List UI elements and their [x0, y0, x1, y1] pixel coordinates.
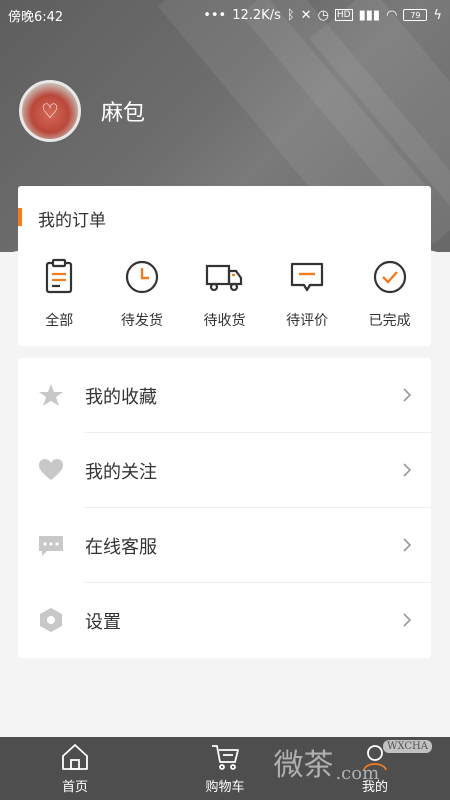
watermark-badge: WXCHA [383, 740, 432, 753]
menu-card: 我的收藏 我的关注 在线客服 设置 [18, 358, 431, 658]
status-bar: 傍晚6:42 ••• 12.2K/s ᛒ ✕ ◷ HD ▮▮▮ ◠ 79 ϟ [0, 0, 450, 30]
status-time: 傍晚6:42 [8, 9, 64, 25]
comment-icon [290, 262, 324, 292]
chevron-right-icon [403, 388, 412, 402]
mute-icon: ✕ [300, 7, 312, 23]
tab-home[interactable]: 首页 [20, 742, 130, 795]
order-label: 已完成 [368, 313, 411, 329]
menu-label: 我的收藏 [85, 387, 157, 408]
username: 麻包 [101, 101, 146, 126]
order-all-button[interactable]: 全部 [19, 258, 99, 330]
dots-icon: ••• [203, 7, 227, 23]
order-pending-receive-button[interactable]: 待收货 [184, 258, 264, 330]
star-icon [39, 384, 63, 406]
chevron-right-icon [403, 613, 412, 627]
heart-icon [39, 459, 63, 480]
tab-label: 购物车 [205, 780, 245, 795]
menu-item-favorites[interactable]: 我的收藏 [18, 358, 431, 433]
network-speed: 12.2K/s [232, 7, 281, 23]
chevron-right-icon [403, 463, 412, 477]
wifi-icon: ◠ [386, 7, 398, 23]
watermark-domain: .com [335, 763, 380, 784]
check-circle-icon [373, 260, 406, 294]
order-pending-ship-button[interactable]: 待发货 [102, 258, 182, 330]
menu-label: 在线客服 [85, 537, 157, 558]
tab-cart[interactable]: 购物车 [170, 742, 280, 795]
chevron-right-icon [403, 538, 412, 552]
menu-item-customer-service[interactable]: 在线客服 [18, 508, 431, 583]
avatar[interactable]: ♡ [19, 80, 81, 142]
order-label: 待评价 [286, 313, 329, 329]
menu-item-settings[interactable]: 设置 [18, 583, 431, 658]
bluetooth-icon: ᛒ [286, 7, 295, 23]
profile-section: ♡ 麻包 [19, 80, 145, 142]
battery-level: 79 [410, 10, 421, 20]
order-completed-button[interactable]: 已完成 [350, 258, 430, 330]
charging-icon: ϟ [433, 7, 442, 23]
orders-card: 我的订单 全部 待发货 待收货 待评价 已完成 [18, 186, 431, 346]
watermark-text: 微茶 [273, 748, 334, 783]
orders-accent-bar [18, 208, 22, 226]
order-label: 待发货 [120, 313, 163, 329]
hexagon-settings-icon [40, 608, 62, 632]
hd-icon: HD [334, 9, 353, 21]
clipboard-icon [46, 258, 73, 294]
watermark: 微茶 .com WXCHA [273, 740, 432, 784]
signal-icon: ▮▮▮ [358, 7, 381, 23]
order-label: 全部 [45, 313, 74, 329]
battery-icon: 79 [403, 9, 428, 21]
chat-icon [39, 536, 63, 556]
clock-icon [125, 260, 158, 294]
cart-icon [212, 745, 239, 770]
order-label: 待收货 [203, 313, 246, 329]
order-pending-review-button[interactable]: 待评价 [267, 258, 347, 330]
truck-icon [206, 264, 243, 292]
menu-item-following[interactable]: 我的关注 [18, 433, 431, 508]
menu-label: 设置 [85, 612, 121, 633]
home-icon [62, 744, 88, 770]
orders-title[interactable]: 我的订单 [38, 206, 106, 231]
menu-label: 我的关注 [85, 462, 157, 483]
tab-label: 首页 [61, 780, 88, 795]
alarm-icon: ◷ [317, 7, 329, 23]
